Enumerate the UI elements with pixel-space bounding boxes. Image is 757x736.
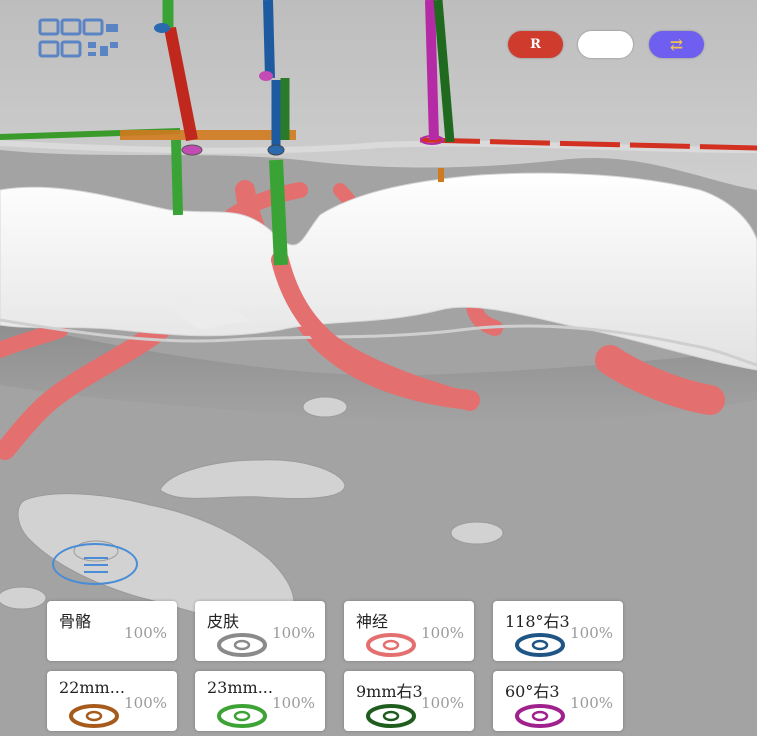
layer-label: 9mm右3 xyxy=(356,682,423,701)
layer-label: 神经 xyxy=(356,612,389,631)
layer-opacity: 100% xyxy=(272,624,315,642)
layer-opacity: 100% xyxy=(124,624,167,642)
layer-card[interactable]: 皮肤 100% xyxy=(195,601,325,661)
layer-opacity: 100% xyxy=(272,694,315,712)
eye-icon[interactable] xyxy=(217,633,267,657)
white-toggle-button[interactable] xyxy=(578,31,633,58)
layer-label: 骨骼 xyxy=(59,612,92,631)
r-button[interactable]: R xyxy=(508,31,563,58)
layer-opacity: 100% xyxy=(570,694,613,712)
eye-icon[interactable] xyxy=(366,633,416,657)
layer-label: 皮肤 xyxy=(207,612,240,631)
layer-card[interactable]: 118°右3 100% xyxy=(493,601,623,661)
layer-opacity: 100% xyxy=(570,624,613,642)
eye-icon[interactable] xyxy=(366,704,416,728)
layer-card[interactable]: 神经 100% xyxy=(344,601,474,661)
layer-label: 22mm... xyxy=(59,678,125,697)
menu-icon xyxy=(84,557,108,559)
layer-card[interactable]: 9mm右3 100% xyxy=(344,671,474,731)
eye-icon[interactable] xyxy=(515,704,565,728)
layer-card[interactable]: 60°右3 100% xyxy=(493,671,623,731)
layer-label: 60°右3 xyxy=(505,682,560,701)
layer-card[interactable]: 23mm... 100% xyxy=(195,671,325,731)
layer-opacity: 100% xyxy=(421,624,464,642)
layer-card[interactable]: 22mm... 100% xyxy=(47,671,177,731)
qr-code-icon[interactable] xyxy=(38,18,120,60)
layer-label: 118°右3 xyxy=(505,612,570,631)
eye-icon[interactable] xyxy=(515,633,565,657)
eye-icon[interactable] xyxy=(217,704,267,728)
layer-opacity: 100% xyxy=(421,694,464,712)
layer-opacity: 100% xyxy=(124,694,167,712)
layer-label: 23mm... xyxy=(207,678,273,697)
swap-button[interactable]: ⇄ xyxy=(649,31,704,58)
menu-button[interactable] xyxy=(52,543,138,585)
eye-icon[interactable] xyxy=(69,704,119,728)
layer-card[interactable]: 骨骼 100% xyxy=(47,601,177,661)
